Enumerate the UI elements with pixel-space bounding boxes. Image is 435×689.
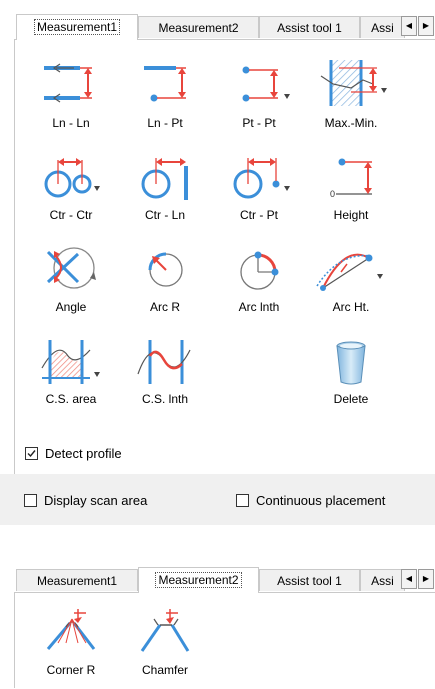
tool-cs-area-button[interactable]: C.S. area bbox=[25, 334, 117, 418]
tab-assist-tool-1[interactable]: Assist tool 1 bbox=[259, 569, 360, 591]
tab-label: Assi bbox=[371, 21, 394, 35]
tool-label: Delete bbox=[305, 392, 397, 406]
tool-label: Ctr - Ctr bbox=[25, 208, 117, 222]
tools-area: Corner R Chamfer bbox=[14, 592, 435, 688]
point-to-point-icon bbox=[224, 58, 294, 114]
arc-radius-icon bbox=[130, 242, 200, 298]
tool-ctr-pt-button[interactable]: Ctr - Pt bbox=[213, 150, 305, 234]
measurement-panel-1: Measurement1 Measurement2 Assist tool 1 … bbox=[0, 0, 435, 525]
tab-assist-tool-2[interactable]: Assi bbox=[360, 16, 405, 38]
max-min-icon bbox=[311, 58, 391, 114]
tool-label: Max.-Min. bbox=[305, 116, 397, 130]
checkbox-box[interactable] bbox=[24, 494, 37, 507]
tab-measurement1[interactable]: Measurement1 bbox=[16, 14, 138, 40]
arc-length-icon bbox=[224, 242, 294, 298]
checkbox-label: Detect profile bbox=[45, 446, 122, 461]
tool-max-min-button[interactable]: Max.-Min. bbox=[305, 58, 397, 142]
checkbox-box[interactable] bbox=[25, 447, 38, 460]
tool-ln-ln-button[interactable]: Ln - Ln bbox=[25, 58, 117, 142]
angle-icon bbox=[36, 242, 106, 298]
tool-label: Ln - Pt bbox=[119, 116, 211, 130]
tool-ctr-ln-button[interactable]: Ctr - Ln bbox=[119, 150, 211, 234]
tool-label: Arc R bbox=[119, 300, 211, 314]
tool-ln-pt-button[interactable]: Ln - Pt bbox=[119, 58, 211, 142]
tool-label: C.S. lnth bbox=[119, 392, 211, 406]
tab-label: Assist tool 1 bbox=[277, 574, 342, 588]
trash-icon bbox=[316, 334, 386, 390]
tool-label: Angle bbox=[25, 300, 117, 314]
height-icon: 0 bbox=[316, 150, 386, 206]
tab-strip: Measurement1 Measurement2 Assist tool 1 … bbox=[0, 567, 435, 593]
tool-delete-button[interactable]: Delete bbox=[305, 334, 397, 418]
tool-label: Ctr - Pt bbox=[213, 208, 305, 222]
detect-profile-checkbox[interactable]: Detect profile bbox=[25, 446, 122, 461]
tab-measurement2[interactable]: Measurement2 bbox=[138, 567, 259, 593]
center-to-line-icon bbox=[130, 150, 200, 206]
tab-label: Measurement1 bbox=[37, 574, 117, 588]
tab-scroll-left-button[interactable]: ◀ bbox=[401, 569, 417, 589]
tool-arc-ht-button[interactable]: Arc Ht. bbox=[305, 242, 397, 326]
tab-scroll-right-button[interactable]: ▶ bbox=[418, 569, 434, 589]
tool-pt-pt-button[interactable]: Pt - Pt bbox=[213, 58, 305, 142]
line-to-line-icon bbox=[36, 58, 106, 114]
tool-label: Arc lnth bbox=[213, 300, 305, 314]
tool-arc-r-button[interactable]: Arc R bbox=[119, 242, 211, 326]
tab-measurement2[interactable]: Measurement2 bbox=[138, 16, 259, 38]
tab-label: Measurement1 bbox=[34, 19, 120, 35]
checkbox-label: Display scan area bbox=[44, 493, 147, 508]
tool-label: C.S. area bbox=[25, 392, 117, 406]
corner-radius-icon bbox=[36, 605, 106, 661]
center-to-center-icon bbox=[36, 150, 106, 206]
tab-label: Measurement2 bbox=[155, 572, 241, 588]
checkbox-box[interactable] bbox=[236, 494, 249, 507]
tool-label: Corner R bbox=[25, 663, 117, 677]
checkbox-label: Continuous placement bbox=[256, 493, 385, 508]
display-scan-area-checkbox[interactable]: Display scan area bbox=[24, 493, 147, 508]
tab-scroll-buttons: ◀ ▶ bbox=[401, 16, 435, 36]
tools-area: Ln - Ln Ln - Pt Pt - Pt Max.-Min. Ctr - … bbox=[14, 39, 435, 474]
tool-label: Chamfer bbox=[119, 663, 211, 677]
svg-text:0: 0 bbox=[330, 189, 335, 199]
line-to-point-icon bbox=[130, 58, 200, 114]
tab-label: Assi bbox=[371, 574, 394, 588]
arc-height-icon bbox=[311, 242, 391, 298]
tab-label: Assist tool 1 bbox=[277, 21, 342, 35]
tool-label: Ln - Ln bbox=[25, 116, 117, 130]
tab-assist-tool-2[interactable]: Assi bbox=[360, 569, 405, 591]
tab-strip: Measurement1 Measurement2 Assist tool 1 … bbox=[0, 14, 435, 40]
measurement-panel-2: Measurement1 Measurement2 Assist tool 1 … bbox=[0, 561, 435, 688]
tab-assist-tool-1[interactable]: Assist tool 1 bbox=[259, 16, 360, 38]
tool-label: Arc Ht. bbox=[305, 300, 397, 314]
tool-chamfer-button[interactable]: Chamfer bbox=[119, 605, 211, 689]
cross-section-area-icon bbox=[36, 334, 106, 390]
center-to-point-icon bbox=[224, 150, 294, 206]
tool-height-button[interactable]: 0 Height bbox=[305, 150, 397, 234]
tab-scroll-left-button[interactable]: ◀ bbox=[401, 16, 417, 36]
tool-label: Height bbox=[305, 208, 397, 222]
tab-scroll-right-button[interactable]: ▶ bbox=[418, 16, 434, 36]
tool-label: Ctr - Ln bbox=[119, 208, 211, 222]
continuous-placement-checkbox[interactable]: Continuous placement bbox=[236, 493, 385, 508]
tool-corner-r-button[interactable]: Corner R bbox=[25, 605, 117, 689]
tool-angle-button[interactable]: Angle bbox=[25, 242, 117, 326]
tool-arc-lnth-button[interactable]: Arc lnth bbox=[213, 242, 305, 326]
tab-scroll-buttons: ◀ ▶ bbox=[401, 569, 435, 589]
tool-cs-lnth-button[interactable]: C.S. lnth bbox=[119, 334, 211, 418]
cross-section-length-icon bbox=[130, 334, 200, 390]
tab-measurement1[interactable]: Measurement1 bbox=[16, 569, 138, 591]
chamfer-icon bbox=[130, 605, 200, 661]
checkmark-icon bbox=[26, 448, 37, 459]
tool-ctr-ctr-button[interactable]: Ctr - Ctr bbox=[25, 150, 117, 234]
tab-label: Measurement2 bbox=[158, 21, 238, 35]
options-bar: Display scan area Continuous placement bbox=[0, 474, 435, 525]
tool-label: Pt - Pt bbox=[213, 116, 305, 130]
